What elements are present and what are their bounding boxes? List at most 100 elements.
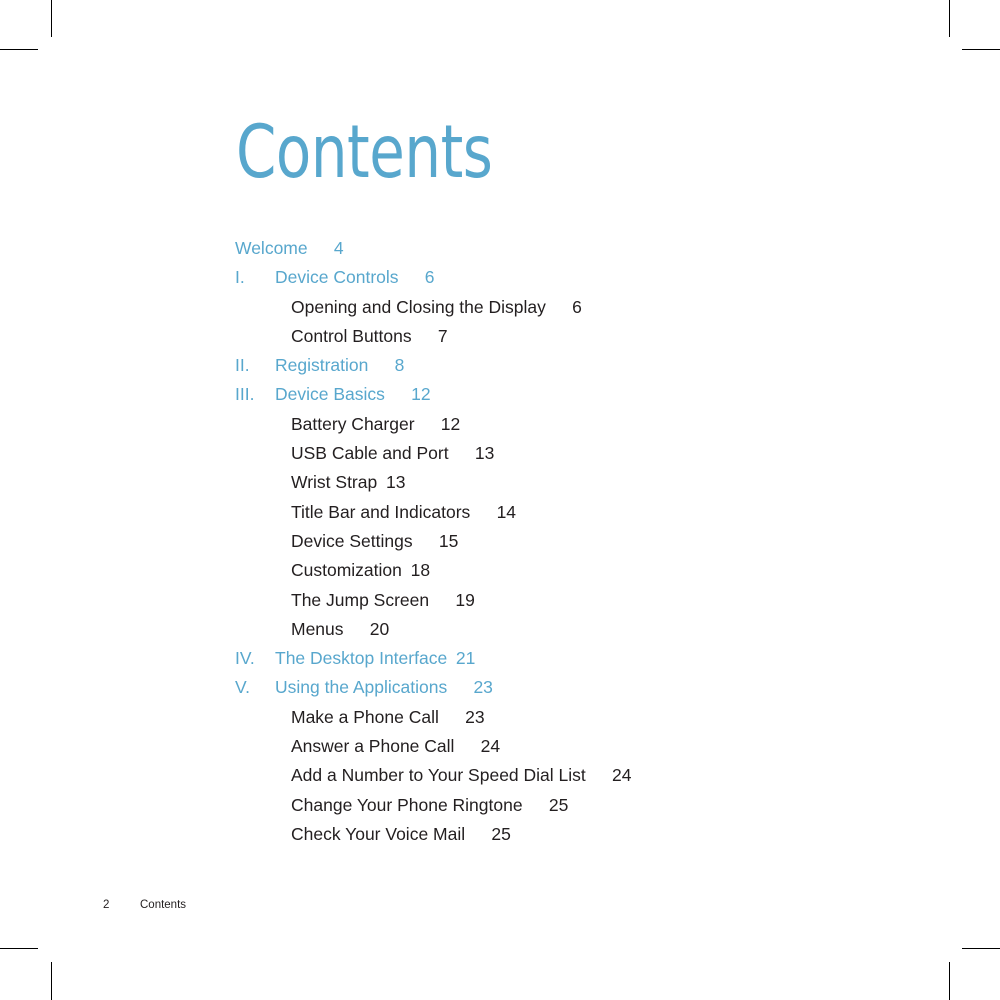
toc-entry-title: Change Your Phone Ringtone 25 [291, 795, 568, 816]
toc-entry-page-number: 13 [474, 443, 495, 464]
toc-entry[interactable]: IV. The Desktop Interface 21 [0, 648, 1000, 677]
toc-entry-numeral: II. [235, 355, 250, 376]
toc-entry[interactable]: Answer a Phone Call 24 [0, 736, 1000, 765]
crop-mark-top-left-horizontal [0, 49, 38, 50]
toc-entry[interactable]: III. Device Basics 12 [0, 384, 1000, 413]
toc-entry[interactable]: Title Bar and Indicators 14 [0, 502, 1000, 531]
toc-entry-page-number: 7 [437, 325, 448, 346]
toc-entry-label: Wrist Strap [291, 472, 378, 493]
toc-entry-title: The Desktop Interface 21 [275, 648, 475, 669]
crop-mark-bottom-left-horizontal [0, 948, 38, 949]
table-of-contents: Welcome 4 I. Device Controls 6 Opening and Cl… [0, 238, 1000, 853]
toc-entry-title: Using the Applications 23 [275, 677, 493, 698]
page-title: Contents [236, 110, 493, 195]
toc-entry-page-number: 24 [612, 765, 632, 786]
toc-entry-title: Device Basics 12 [275, 384, 431, 405]
toc-entry-label: Title Bar and Indicators [291, 501, 471, 522]
page-footer: 2 Contents [0, 899, 1000, 915]
toc-entry-page-number: 15 [438, 530, 459, 551]
toc-entry-label: Add a Number to Your Speed Dial List [291, 765, 586, 786]
crop-mark-top-left-vertical [51, 0, 52, 37]
toc-entry-label: Opening and Closing the Display [291, 296, 546, 317]
toc-entry-label: Menus [291, 618, 344, 639]
toc-entry-title: Battery Charger 12 [291, 414, 460, 435]
toc-entry-page-number: 13 [385, 472, 406, 493]
toc-entry[interactable]: Device Settings 15 [0, 531, 1000, 560]
toc-entry[interactable]: Menus 20 [0, 619, 1000, 648]
toc-entry-label: Device Settings [291, 530, 413, 551]
toc-entry-title: Answer a Phone Call 24 [291, 736, 500, 757]
toc-entry[interactable]: Control Buttons 7 [0, 326, 1000, 355]
toc-entry-label: Control Buttons [291, 325, 412, 346]
toc-entry[interactable]: V. Using the Applications 23 [0, 677, 1000, 706]
toc-entry[interactable]: Check Your Voice Mail 25 [0, 824, 1000, 853]
toc-entry[interactable]: Add a Number to Your Speed Dial List 24 [0, 765, 1000, 794]
toc-entry[interactable]: Welcome 4 [0, 238, 1000, 267]
toc-entry-page-number: 8 [394, 355, 405, 376]
toc-entry-label: Change Your Phone Ringtone [291, 794, 523, 815]
toc-entry-page-number: 4 [333, 238, 344, 258]
toc-entry-title: Device Settings 15 [291, 531, 458, 552]
toc-entry-page-number: 24 [480, 736, 501, 757]
toc-entry-page-number: 6 [572, 296, 582, 317]
toc-entry-label: The Desktop Interface [275, 648, 448, 669]
toc-entry-label: Check Your Voice Mail [291, 823, 466, 844]
toc-entry[interactable]: The Jump Screen 19 [0, 590, 1000, 619]
toc-entry[interactable]: USB Cable and Port 13 [0, 443, 1000, 472]
toc-entry-page-number: 19 [455, 589, 475, 610]
toc-entry-title: Title Bar and Indicators 14 [291, 502, 516, 523]
toc-entry[interactable]: Change Your Phone Ringtone 25 [0, 795, 1000, 824]
crop-mark-bottom-left-vertical [51, 962, 52, 1000]
toc-entry-title: The Jump Screen 19 [291, 590, 475, 611]
toc-entry-title: Registration 8 [275, 355, 404, 376]
toc-entry-title: Welcome 4 [235, 238, 344, 259]
toc-entry-title: USB Cable and Port 13 [291, 443, 494, 464]
toc-entry[interactable]: Customization 18 [0, 560, 1000, 589]
toc-entry-label: The Jump Screen [291, 589, 430, 610]
toc-entry-label: Device Basics [275, 384, 385, 405]
toc-entry-page-number: 18 [410, 560, 431, 581]
toc-entry-page-number: 25 [548, 794, 569, 815]
toc-entry[interactable]: Wrist Strap 13 [0, 472, 1000, 501]
toc-entry-page-number: 25 [491, 823, 511, 844]
document-page: Contents Welcome 4 I. Device Controls 6 Openi… [0, 0, 1000, 1000]
toc-entry-label: Using the Applications [275, 677, 448, 698]
toc-entry-label: Battery Charger [291, 413, 415, 434]
toc-entry-numeral: IV. [235, 648, 255, 669]
toc-entry-page-number: 23 [473, 677, 493, 698]
toc-entry-title: Add a Number to Your Speed Dial List 24 [291, 765, 631, 786]
toc-entry-page-number: 12 [440, 413, 461, 434]
toc-entry-title: Check Your Voice Mail 25 [291, 824, 511, 845]
toc-entry[interactable]: Opening and Closing the Display 6 [0, 297, 1000, 326]
toc-entry-numeral: I. [235, 267, 245, 288]
toc-entry-title: Wrist Strap 13 [291, 472, 405, 493]
toc-entry-label: Answer a Phone Call [291, 736, 455, 757]
toc-entry-numeral: V. [235, 677, 250, 698]
crop-mark-top-right-horizontal [962, 49, 1000, 50]
toc-entry-page-number: 12 [411, 384, 431, 405]
crop-mark-bottom-right-vertical [949, 962, 950, 1000]
toc-entry-label: Welcome [235, 238, 308, 258]
toc-entry-numeral: III. [235, 384, 255, 405]
toc-entry-label: Make a Phone Call [291, 706, 439, 727]
toc-entry-label: Customization [291, 560, 402, 581]
crop-mark-top-right-vertical [949, 0, 950, 37]
toc-entry-title: Device Controls 6 [275, 267, 435, 288]
crop-mark-bottom-right-horizontal [962, 948, 1000, 949]
toc-entry[interactable]: Make a Phone Call 23 [0, 707, 1000, 736]
toc-entry[interactable]: Battery Charger 12 [0, 414, 1000, 443]
toc-entry-title: Opening and Closing the Display 6 [291, 297, 582, 318]
toc-entry-page-number: 20 [369, 618, 390, 639]
toc-entry-page-number: 23 [465, 706, 485, 727]
toc-entry-page-number: 14 [496, 501, 517, 522]
toc-entry-title: Menus 20 [291, 619, 389, 640]
toc-entry-title: Control Buttons 7 [291, 326, 448, 347]
toc-entry[interactable]: I. Device Controls 6 [0, 267, 1000, 296]
toc-entry-label: USB Cable and Port [291, 443, 449, 464]
footer-section-label: Contents [140, 899, 187, 911]
toc-entry-label: Device Controls [275, 267, 399, 288]
toc-entry-page-number: 6 [424, 267, 435, 288]
toc-entry-title: Customization 18 [291, 560, 430, 581]
toc-entry[interactable]: II. Registration 8 [0, 355, 1000, 384]
footer-page-number: 2 [103, 899, 110, 911]
